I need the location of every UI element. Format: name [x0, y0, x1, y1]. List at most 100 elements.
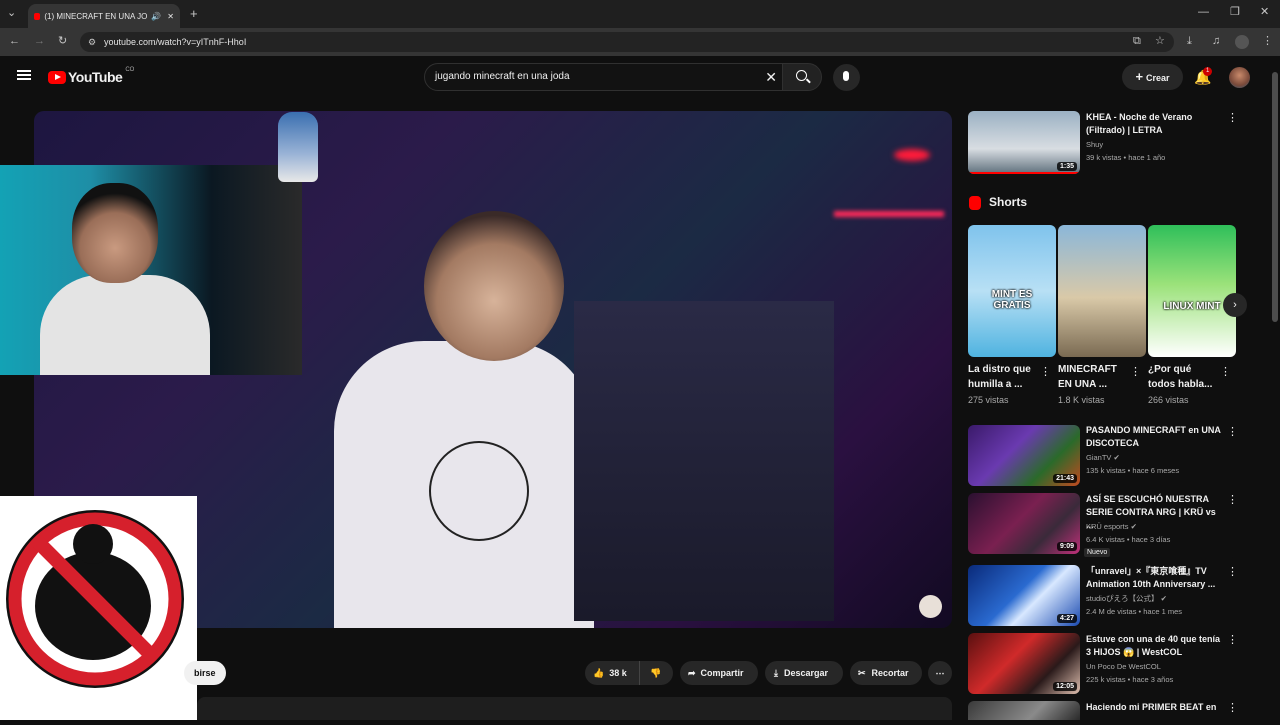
user-avatar[interactable]: [1229, 67, 1250, 88]
verified-icon: ✔: [1160, 594, 1167, 603]
like-button[interactable]: 👍 38 k: [585, 661, 639, 685]
restore-icon[interactable]: ❐: [1230, 7, 1240, 18]
video-thumbnail[interactable]: 1:35: [968, 111, 1080, 174]
clear-search-icon[interactable]: ✕: [765, 64, 777, 90]
webcam-person: [40, 275, 210, 375]
video-menu-icon[interactable]: ⋮: [1227, 567, 1238, 578]
site-info-icon[interactable]: ⚙: [88, 32, 96, 52]
profile-avatar[interactable]: [1235, 35, 1249, 49]
video-person-head: [424, 211, 564, 361]
video-title[interactable]: 「unravel」×『東京喰種』TV Animation 10th Annive…: [1086, 565, 1221, 591]
short-overlay-text: LINUX MINT: [1163, 301, 1221, 312]
video-menu-icon[interactable]: ⋮: [1227, 113, 1238, 124]
new-badge: Nuevo: [1084, 548, 1111, 557]
subscribe-label: birse: [194, 668, 216, 678]
tab-list-icon[interactable]: ⌄: [7, 8, 16, 19]
youtube-logo-text: YouTube: [68, 69, 123, 85]
search-button[interactable]: [782, 63, 822, 91]
new-tab-icon[interactable]: +: [190, 7, 198, 20]
clip-button[interactable]: ✂ Recortar: [850, 661, 922, 685]
url-text: youtube.com/watch?v=yITnhF-HhoI: [104, 37, 247, 47]
browser-tab[interactable]: (1) MINECRAFT EN UNA JO 🔊 ✕: [28, 4, 180, 28]
forward-icon[interactable]: →: [34, 36, 45, 47]
create-button[interactable]: + Crear: [1122, 64, 1183, 90]
short-menu-icon[interactable]: ⋮: [1040, 367, 1051, 378]
clip-label: Recortar: [871, 668, 909, 678]
url-field[interactable]: ⚙ youtube.com/watch?v=yITnhF-HhoI: [80, 32, 1174, 52]
video-duration: 9:09: [1056, 542, 1077, 551]
webcam-person-head: [72, 183, 158, 283]
youtube-play-icon: [48, 70, 66, 84]
search-input[interactable]: jugando minecraft en una joda ✕: [424, 63, 788, 91]
mic-icon: [843, 71, 849, 81]
bookmark-star-icon[interactable]: ☆: [1155, 36, 1165, 47]
video-menu-icon[interactable]: ⋮: [1227, 635, 1238, 646]
share-icon: ➦: [688, 668, 696, 678]
video-thumbnail[interactable]: 21:43: [968, 425, 1080, 486]
close-window-icon[interactable]: ✕: [1260, 7, 1269, 18]
like-count: 38 k: [609, 668, 627, 678]
short-title[interactable]: La distro que humilla a ...: [968, 362, 1038, 392]
short-overlay-text: MINT ES GRATIS: [991, 289, 1033, 311]
video-title[interactable]: Estuve con una de 40 que tenía 3 HIJOS 😱…: [1086, 633, 1221, 659]
youtube-logo[interactable]: YouTube CO: [48, 67, 134, 85]
audio-icon[interactable]: 🔊: [151, 12, 161, 21]
voice-search-button[interactable]: [833, 64, 860, 91]
webcam-overlay: [0, 165, 302, 375]
short-thumbnail[interactable]: LINUX MINT: [1148, 225, 1236, 357]
youtube-favicon-icon: [34, 12, 41, 20]
short-title[interactable]: MINECRAFT EN UNA ...: [1058, 362, 1128, 392]
video-thumbnail[interactable]: 4:27: [968, 565, 1080, 626]
chrome-menu-icon[interactable]: ⋮: [1262, 36, 1273, 47]
reload-icon[interactable]: ↻: [58, 36, 67, 47]
video-meta: 6.4 K vistas • hace 3 días: [1086, 535, 1171, 544]
channel-watermark-icon[interactable]: [919, 595, 942, 618]
video-channel[interactable]: Shuy: [1086, 139, 1103, 151]
back-icon[interactable]: ←: [9, 36, 20, 47]
scrollbar-thumb[interactable]: [1272, 72, 1278, 322]
video-meta: 225 k vistas • hace 3 años: [1086, 675, 1174, 684]
download-icon[interactable]: ⤓: [1187, 36, 1192, 47]
video-menu-icon[interactable]: ⋮: [1227, 427, 1238, 438]
more-actions-button[interactable]: ⋯: [928, 661, 952, 685]
thumbs-down-icon: 👎: [650, 668, 662, 678]
close-tab-icon[interactable]: ✕: [167, 12, 174, 21]
short-thumbnail[interactable]: MINT ES GRATIS: [968, 225, 1056, 357]
cast-icon[interactable]: ⧉: [1133, 36, 1141, 47]
video-thumbnail[interactable]: [968, 701, 1080, 720]
short-thumbnail[interactable]: [1058, 225, 1146, 357]
video-duration: 21:43: [1053, 474, 1077, 483]
video-meta: 2.4 M de vistas • hace 1 mes: [1086, 607, 1183, 616]
video-title[interactable]: KHEA - Noche de Verano (Filtrado) | LETR…: [1086, 111, 1216, 137]
description-box[interactable]: [197, 697, 952, 720]
video-channel[interactable]: KRÜ esports ✔: [1086, 521, 1137, 533]
video-duration: 4:27: [1056, 614, 1077, 623]
short-views: 266 vistas: [1148, 395, 1189, 405]
video-title[interactable]: PASANDO MINECRAFT en UNA DISCOTECA: [1086, 424, 1221, 450]
media-icon[interactable]: ♫: [1212, 36, 1220, 47]
short-views: 1.8 K vistas: [1058, 395, 1105, 405]
short-title[interactable]: ¿Por qué todos habla...: [1148, 362, 1220, 392]
subscribe-button[interactable]: birse: [184, 661, 226, 685]
video-channel[interactable]: GianTV ✔: [1086, 452, 1120, 464]
more-icon: ⋯: [935, 668, 945, 678]
video-laptop: [574, 301, 834, 621]
short-menu-icon[interactable]: ⋮: [1130, 367, 1141, 378]
video-thumbnail[interactable]: 9:09: [968, 493, 1080, 554]
menu-icon[interactable]: [17, 70, 31, 80]
minimize-icon[interactable]: —: [1198, 7, 1209, 18]
video-thumbnail[interactable]: 12:05: [968, 633, 1080, 694]
video-channel[interactable]: studioぴえろ【公式】 ✔: [1086, 593, 1167, 605]
video-menu-icon[interactable]: ⋮: [1227, 495, 1238, 506]
dislike-button[interactable]: 👎: [639, 661, 673, 685]
video-channel[interactable]: Un Poco De WestCOL: [1086, 661, 1161, 673]
download-button[interactable]: ⤓ Descargar: [765, 661, 843, 685]
page-scrollbar[interactable]: [1270, 56, 1280, 720]
video-menu-icon[interactable]: ⋮: [1227, 703, 1238, 714]
shorts-next-button[interactable]: ›: [1223, 293, 1247, 317]
share-label: Compartir: [700, 668, 744, 678]
share-button[interactable]: ➦ Compartir: [680, 661, 758, 685]
prohibited-sign-icon: [6, 510, 184, 688]
video-title[interactable]: Haciendo mi PRIMER BEAT en: [1086, 701, 1221, 714]
short-menu-icon[interactable]: ⋮: [1220, 367, 1231, 378]
